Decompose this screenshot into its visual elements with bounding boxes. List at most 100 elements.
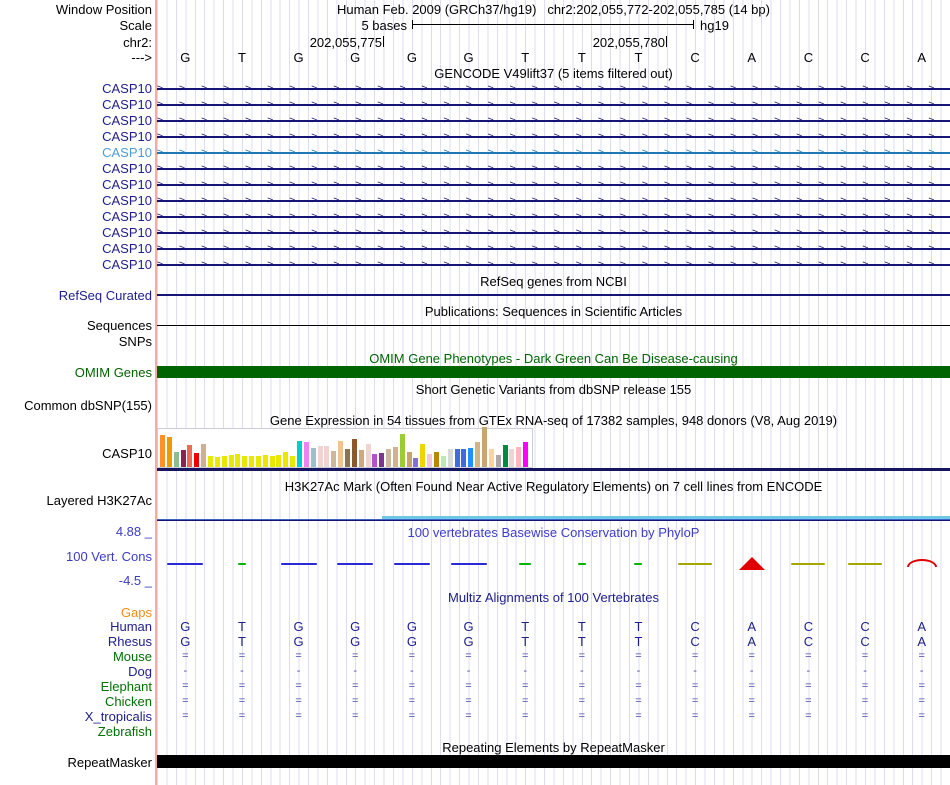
gencode-transcript-label[interactable]: CASP10 bbox=[0, 81, 152, 97]
gencode-transcript-row[interactable]: > > > > > > > > > > > > > > > > > > > > … bbox=[157, 177, 950, 193]
gencode-transcript-row[interactable]: > > > > > > > > > > > > > > > > > > > > … bbox=[157, 145, 950, 161]
gencode-transcript-label[interactable]: CASP10 bbox=[0, 129, 152, 145]
gtex-bar bbox=[344, 449, 350, 467]
gencode-transcript-label[interactable]: CASP10 bbox=[0, 257, 152, 273]
species-label[interactable]: Rhesus bbox=[0, 634, 152, 649]
gencode-transcript-row[interactable]: > > > > > > > > > > > > > > > > > > > > … bbox=[157, 209, 950, 225]
omim-gene-bar[interactable] bbox=[157, 366, 950, 378]
gaps-label[interactable]: Gaps bbox=[0, 605, 152, 620]
alignment-symbol: = bbox=[918, 680, 925, 692]
transcript-direction-arrows: > > > > > > > > > > > > > > > > > > > > … bbox=[157, 259, 940, 270]
alignment-symbol: - bbox=[523, 665, 527, 677]
species-label[interactable]: X_tropicalis bbox=[0, 709, 152, 724]
sequences-label[interactable]: Sequences bbox=[0, 318, 152, 333]
gtex-gene-label[interactable]: CASP10 bbox=[0, 446, 152, 461]
dbsnp-label[interactable]: Common dbSNP(155) bbox=[0, 398, 152, 413]
gtex-expression-chart[interactable] bbox=[157, 427, 533, 468]
gencode-transcript-label[interactable]: CASP10 bbox=[0, 113, 152, 129]
base-letter: G bbox=[463, 50, 474, 65]
gencode-transcript-row[interactable]: > > > > > > > > > > > > > > > > > > > > … bbox=[157, 257, 950, 273]
alignment-symbol: = bbox=[238, 650, 246, 662]
species-label[interactable]: Chicken bbox=[0, 694, 152, 709]
snps-label[interactable]: SNPs bbox=[0, 334, 152, 349]
gencode-transcript-row[interactable]: > > > > > > > > > > > > > > > > > > > > … bbox=[157, 161, 950, 177]
gtex-bar bbox=[228, 455, 234, 467]
species-label[interactable]: Zebrafish bbox=[0, 724, 152, 739]
transcript-direction-arrows: > > > > > > > > > > > > > > > > > > > > … bbox=[157, 99, 940, 110]
species-label[interactable]: Mouse bbox=[0, 649, 152, 664]
gencode-transcript-label[interactable]: CASP10 bbox=[0, 97, 152, 113]
gencode-transcript-row[interactable]: > > > > > > > > > > > > > > > > > > > > … bbox=[157, 193, 950, 209]
species-label[interactable]: Human bbox=[0, 619, 152, 634]
transcript-direction-arrows: > > > > > > > > > > > > > > > > > > > > … bbox=[157, 115, 940, 126]
dbsnp-track-title: Short Genetic Variants from dbSNP releas… bbox=[415, 382, 692, 397]
alignment-symbol: = bbox=[578, 680, 586, 692]
phylop-label[interactable]: 100 Vert. Cons bbox=[0, 549, 152, 564]
gencode-transcript-row[interactable]: > > > > > > > > > > > > > > > > > > > > … bbox=[157, 113, 950, 129]
scale-bases-value: 5 bases bbox=[361, 18, 407, 33]
alignment-symbol: = bbox=[918, 710, 925, 722]
alignment-symbol: = bbox=[578, 695, 586, 707]
alignment-symbol: = bbox=[521, 680, 529, 692]
refseq-curated-label[interactable]: RefSeq Curated bbox=[0, 288, 152, 303]
gencode-transcript-label[interactable]: CASP10 bbox=[0, 209, 152, 225]
alignment-symbol: = bbox=[238, 695, 246, 707]
alignment-symbol: = bbox=[182, 710, 189, 722]
gencode-transcript-row[interactable]: > > > > > > > > > > > > > > > > > > > > … bbox=[157, 81, 950, 97]
alignment-symbol: = bbox=[805, 680, 812, 692]
gencode-transcript-row[interactable]: > > > > > > > > > > > > > > > > > > > > … bbox=[157, 225, 950, 241]
scale-label: Scale bbox=[119, 18, 152, 33]
transcript-direction-arrows: > > > > > > > > > > > > > > > > > > > > … bbox=[157, 83, 940, 94]
gencode-transcript-label[interactable]: CASP10 bbox=[0, 145, 152, 161]
alignment-symbol: = bbox=[578, 710, 586, 722]
sequences-item[interactable] bbox=[157, 325, 950, 326]
alignment-base: G bbox=[180, 619, 191, 634]
alignment-symbol: - bbox=[863, 665, 867, 677]
omim-genes-label[interactable]: OMIM Genes bbox=[0, 365, 152, 380]
alignment-base: T bbox=[634, 619, 643, 634]
gencode-transcript-label[interactable]: CASP10 bbox=[0, 193, 152, 209]
species-label[interactable]: Elephant bbox=[0, 679, 152, 694]
gencode-transcript-label[interactable]: CASP10 bbox=[0, 161, 152, 177]
gtex-bar bbox=[406, 452, 412, 467]
repeatmasker-item[interactable] bbox=[157, 755, 950, 768]
strand-arrow-label[interactable]: ---> bbox=[0, 50, 152, 65]
base-letter: G bbox=[406, 50, 417, 65]
alignment-base: T bbox=[577, 634, 586, 649]
repeatmasker-label[interactable]: RepeatMasker bbox=[0, 755, 152, 770]
phylop-mark bbox=[577, 563, 586, 565]
gtex-bar bbox=[242, 456, 248, 467]
transcript-direction-arrows: > > > > > > > > > > > > > > > > > > > > … bbox=[157, 163, 940, 174]
gtex-bar bbox=[468, 448, 474, 467]
refseq-curated-item[interactable] bbox=[157, 294, 950, 296]
phylop-peak-mark bbox=[738, 557, 765, 570]
gencode-transcript-row[interactable]: > > > > > > > > > > > > > > > > > > > > … bbox=[157, 241, 950, 257]
transcript-direction-arrows: > > > > > > > > > > > > > > > > > > > > … bbox=[157, 243, 940, 254]
gtex-bar bbox=[379, 453, 385, 467]
species-label[interactable]: Dog bbox=[0, 664, 152, 679]
phylop-mark bbox=[678, 563, 713, 565]
gtex-bar bbox=[221, 456, 227, 467]
gencode-transcript-label[interactable]: CASP10 bbox=[0, 177, 152, 193]
alignment-base: C bbox=[690, 634, 700, 649]
gencode-transcript-row[interactable]: > > > > > > > > > > > > > > > > > > > > … bbox=[157, 129, 950, 145]
phylop-arc-mark bbox=[906, 559, 937, 567]
alignment-base: G bbox=[406, 619, 417, 634]
phylop-mark bbox=[167, 563, 204, 565]
gencode-transcript-row[interactable]: > > > > > > > > > > > > > > > > > > > > … bbox=[157, 97, 950, 113]
base-letter: G bbox=[293, 50, 304, 65]
alignment-base: A bbox=[917, 634, 926, 649]
gtex-bar bbox=[365, 444, 371, 467]
gencode-transcript-label[interactable]: CASP10 bbox=[0, 225, 152, 241]
gtex-bar bbox=[509, 449, 515, 467]
alignment-symbol: = bbox=[861, 695, 869, 707]
gtex-bar bbox=[351, 439, 357, 467]
gencode-transcript-label[interactable]: CASP10 bbox=[0, 241, 152, 257]
gtex-bar bbox=[488, 449, 494, 467]
alignment-symbol: = bbox=[691, 650, 699, 662]
alignment-symbol: = bbox=[635, 695, 642, 707]
h3k27ac-label[interactable]: Layered H3K27Ac bbox=[0, 493, 152, 508]
base-letter: T bbox=[577, 50, 586, 65]
h3k27ac-signal-band[interactable] bbox=[382, 516, 950, 519]
alignment-base: G bbox=[180, 634, 191, 649]
